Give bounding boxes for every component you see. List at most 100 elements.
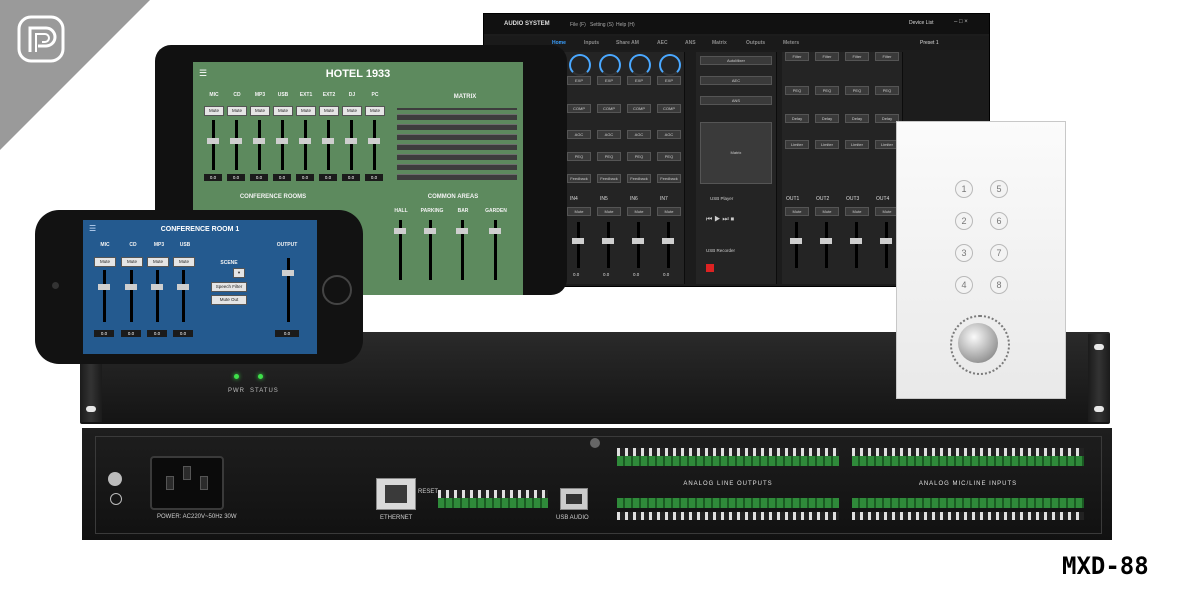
- ans-block[interactable]: ANS: [700, 96, 772, 105]
- matrix-grid[interactable]: [397, 108, 517, 180]
- wall-preset-button[interactable]: 3: [955, 244, 973, 262]
- pc-block-agc[interactable]: AGC: [657, 130, 681, 139]
- player-controls-icon[interactable]: ⏮ ▶ ⏭ ⏹: [706, 216, 734, 224]
- pc-block-exp[interactable]: EXP: [657, 76, 681, 85]
- pc-block-peq[interactable]: PEQ: [627, 152, 651, 161]
- pc-mute-button[interactable]: Mute: [815, 207, 839, 216]
- power-socket[interactable]: [150, 456, 224, 510]
- pc-mute-button[interactable]: Mute: [567, 207, 591, 216]
- phone-fader-handle[interactable]: [125, 284, 137, 290]
- tab-ans[interactable]: ANS: [685, 40, 696, 46]
- ethernet-port[interactable]: [376, 478, 416, 510]
- pc-fader-handle[interactable]: [632, 238, 644, 244]
- pc-block-delay[interactable]: Delay: [845, 114, 869, 123]
- pc-block-exp[interactable]: EXP: [597, 76, 621, 85]
- pc-block-peq[interactable]: PEQ: [815, 86, 839, 95]
- pc-block-feedback[interactable]: Feedback: [567, 174, 591, 183]
- tablet-fader-handle[interactable]: [489, 228, 501, 234]
- phone-mute-button[interactable]: Mute: [173, 257, 195, 267]
- speech-filter-button[interactable]: Speech Filter: [211, 282, 247, 292]
- tab-meters[interactable]: Meters: [783, 40, 799, 46]
- pc-menu-setting[interactable]: Setting (S): [590, 22, 614, 28]
- phone-output-fader-handle[interactable]: [282, 270, 294, 276]
- pc-block-peq[interactable]: PEQ: [845, 86, 869, 95]
- pc-fader-handle[interactable]: [880, 238, 892, 244]
- tablet-fader-handle[interactable]: [394, 228, 406, 234]
- aec-block[interactable]: AEC: [700, 76, 772, 85]
- scene-dropdown[interactable]: ▾: [233, 268, 245, 278]
- tablet-mute-button[interactable]: Mute: [342, 106, 362, 116]
- pc-block-limiter[interactable]: Limiter: [845, 140, 869, 149]
- tablet-mute-button[interactable]: Mute: [204, 106, 224, 116]
- pc-block-delay[interactable]: Delay: [815, 114, 839, 123]
- pc-block-limiter[interactable]: Limiter: [815, 140, 839, 149]
- pc-block-peq[interactable]: PEQ: [785, 86, 809, 95]
- gain-knob-icon[interactable]: [569, 54, 591, 76]
- pc-menu-help[interactable]: Help (H): [616, 22, 635, 28]
- pc-block-filter[interactable]: Filter: [785, 52, 809, 61]
- pc-block-filter[interactable]: Filter: [815, 52, 839, 61]
- tablet-fader-handle[interactable]: [424, 228, 436, 234]
- record-button-icon[interactable]: [706, 264, 714, 272]
- wall-preset-button[interactable]: 6: [990, 212, 1008, 230]
- tablet-fader-handle[interactable]: [456, 228, 468, 234]
- pc-block-feedback[interactable]: Feedback: [597, 174, 621, 183]
- wall-preset-button[interactable]: 2: [955, 212, 973, 230]
- mute-out-button[interactable]: Mute Out: [211, 295, 247, 305]
- pc-fader-handle[interactable]: [602, 238, 614, 244]
- pc-block-filter[interactable]: Filter: [845, 52, 869, 61]
- wall-preset-button[interactable]: 8: [990, 276, 1008, 294]
- pc-block-peq[interactable]: PEQ: [657, 152, 681, 161]
- tablet-mute-button[interactable]: Mute: [365, 106, 385, 116]
- tablet-fader-handle[interactable]: [253, 138, 265, 144]
- pc-block-peq[interactable]: PEQ: [567, 152, 591, 161]
- pc-block-filter[interactable]: Filter: [875, 52, 899, 61]
- tablet-fader-handle[interactable]: [322, 138, 334, 144]
- wall-preset-button[interactable]: 7: [990, 244, 1008, 262]
- pc-fader-handle[interactable]: [572, 238, 584, 244]
- window-controls-icon[interactable]: – □ ×: [954, 19, 968, 25]
- tablet-mute-button[interactable]: Mute: [273, 106, 293, 116]
- tablet-fader-handle[interactable]: [299, 138, 311, 144]
- pc-fader-handle[interactable]: [850, 238, 862, 244]
- phone-mute-button[interactable]: Mute: [147, 257, 169, 267]
- phone-mute-button[interactable]: Mute: [121, 257, 143, 267]
- phone-home-button[interactable]: [322, 275, 352, 305]
- pc-mute-button[interactable]: Mute: [657, 207, 681, 216]
- tablet-fader-handle[interactable]: [276, 138, 288, 144]
- tablet-mute-button[interactable]: Mute: [227, 106, 247, 116]
- pc-fader-handle[interactable]: [790, 238, 802, 244]
- pc-block-peq[interactable]: PEQ: [875, 86, 899, 95]
- tablet-mute-button[interactable]: Mute: [296, 106, 316, 116]
- tab-share-am[interactable]: Share AM: [616, 40, 639, 46]
- pc-block-feedback[interactable]: Feedback: [657, 174, 681, 183]
- pc-block-comp[interactable]: COMP: [597, 104, 621, 113]
- tab-aec[interactable]: AEC: [657, 40, 668, 46]
- tab-outputs[interactable]: Outputs: [746, 40, 765, 46]
- pc-block-agc[interactable]: AGC: [627, 130, 651, 139]
- matrix-block[interactable]: Matrix: [700, 122, 772, 184]
- automixer-block[interactable]: AutoMixer: [700, 56, 772, 65]
- tablet-fader-handle[interactable]: [230, 138, 242, 144]
- pc-block-comp[interactable]: COMP: [627, 104, 651, 113]
- pc-block-exp[interactable]: EXP: [627, 76, 651, 85]
- pc-block-delay[interactable]: Delay: [785, 114, 809, 123]
- tab-inputs[interactable]: Inputs: [584, 40, 599, 46]
- tablet-mute-button[interactable]: Mute: [250, 106, 270, 116]
- tab-matrix[interactable]: Matrix: [712, 40, 727, 46]
- pc-block-comp[interactable]: COMP: [567, 104, 591, 113]
- pc-block-feedback[interactable]: Feedback: [627, 174, 651, 183]
- pc-block-peq[interactable]: PEQ: [597, 152, 621, 161]
- phone-mute-button[interactable]: Mute: [94, 257, 116, 267]
- pc-block-agc[interactable]: AGC: [597, 130, 621, 139]
- pc-block-comp[interactable]: COMP: [657, 104, 681, 113]
- phone-fader-handle[interactable]: [177, 284, 189, 290]
- preset-select[interactable]: Preset 1: [920, 40, 939, 46]
- device-list-button[interactable]: Device List: [909, 20, 933, 26]
- usb-audio-port[interactable]: [560, 488, 588, 510]
- pc-fader-handle[interactable]: [662, 238, 674, 244]
- tablet-mute-button[interactable]: Mute: [319, 106, 339, 116]
- tablet-fader-handle[interactable]: [345, 138, 357, 144]
- volume-knob[interactable]: [958, 323, 998, 363]
- pc-fader-handle[interactable]: [820, 238, 832, 244]
